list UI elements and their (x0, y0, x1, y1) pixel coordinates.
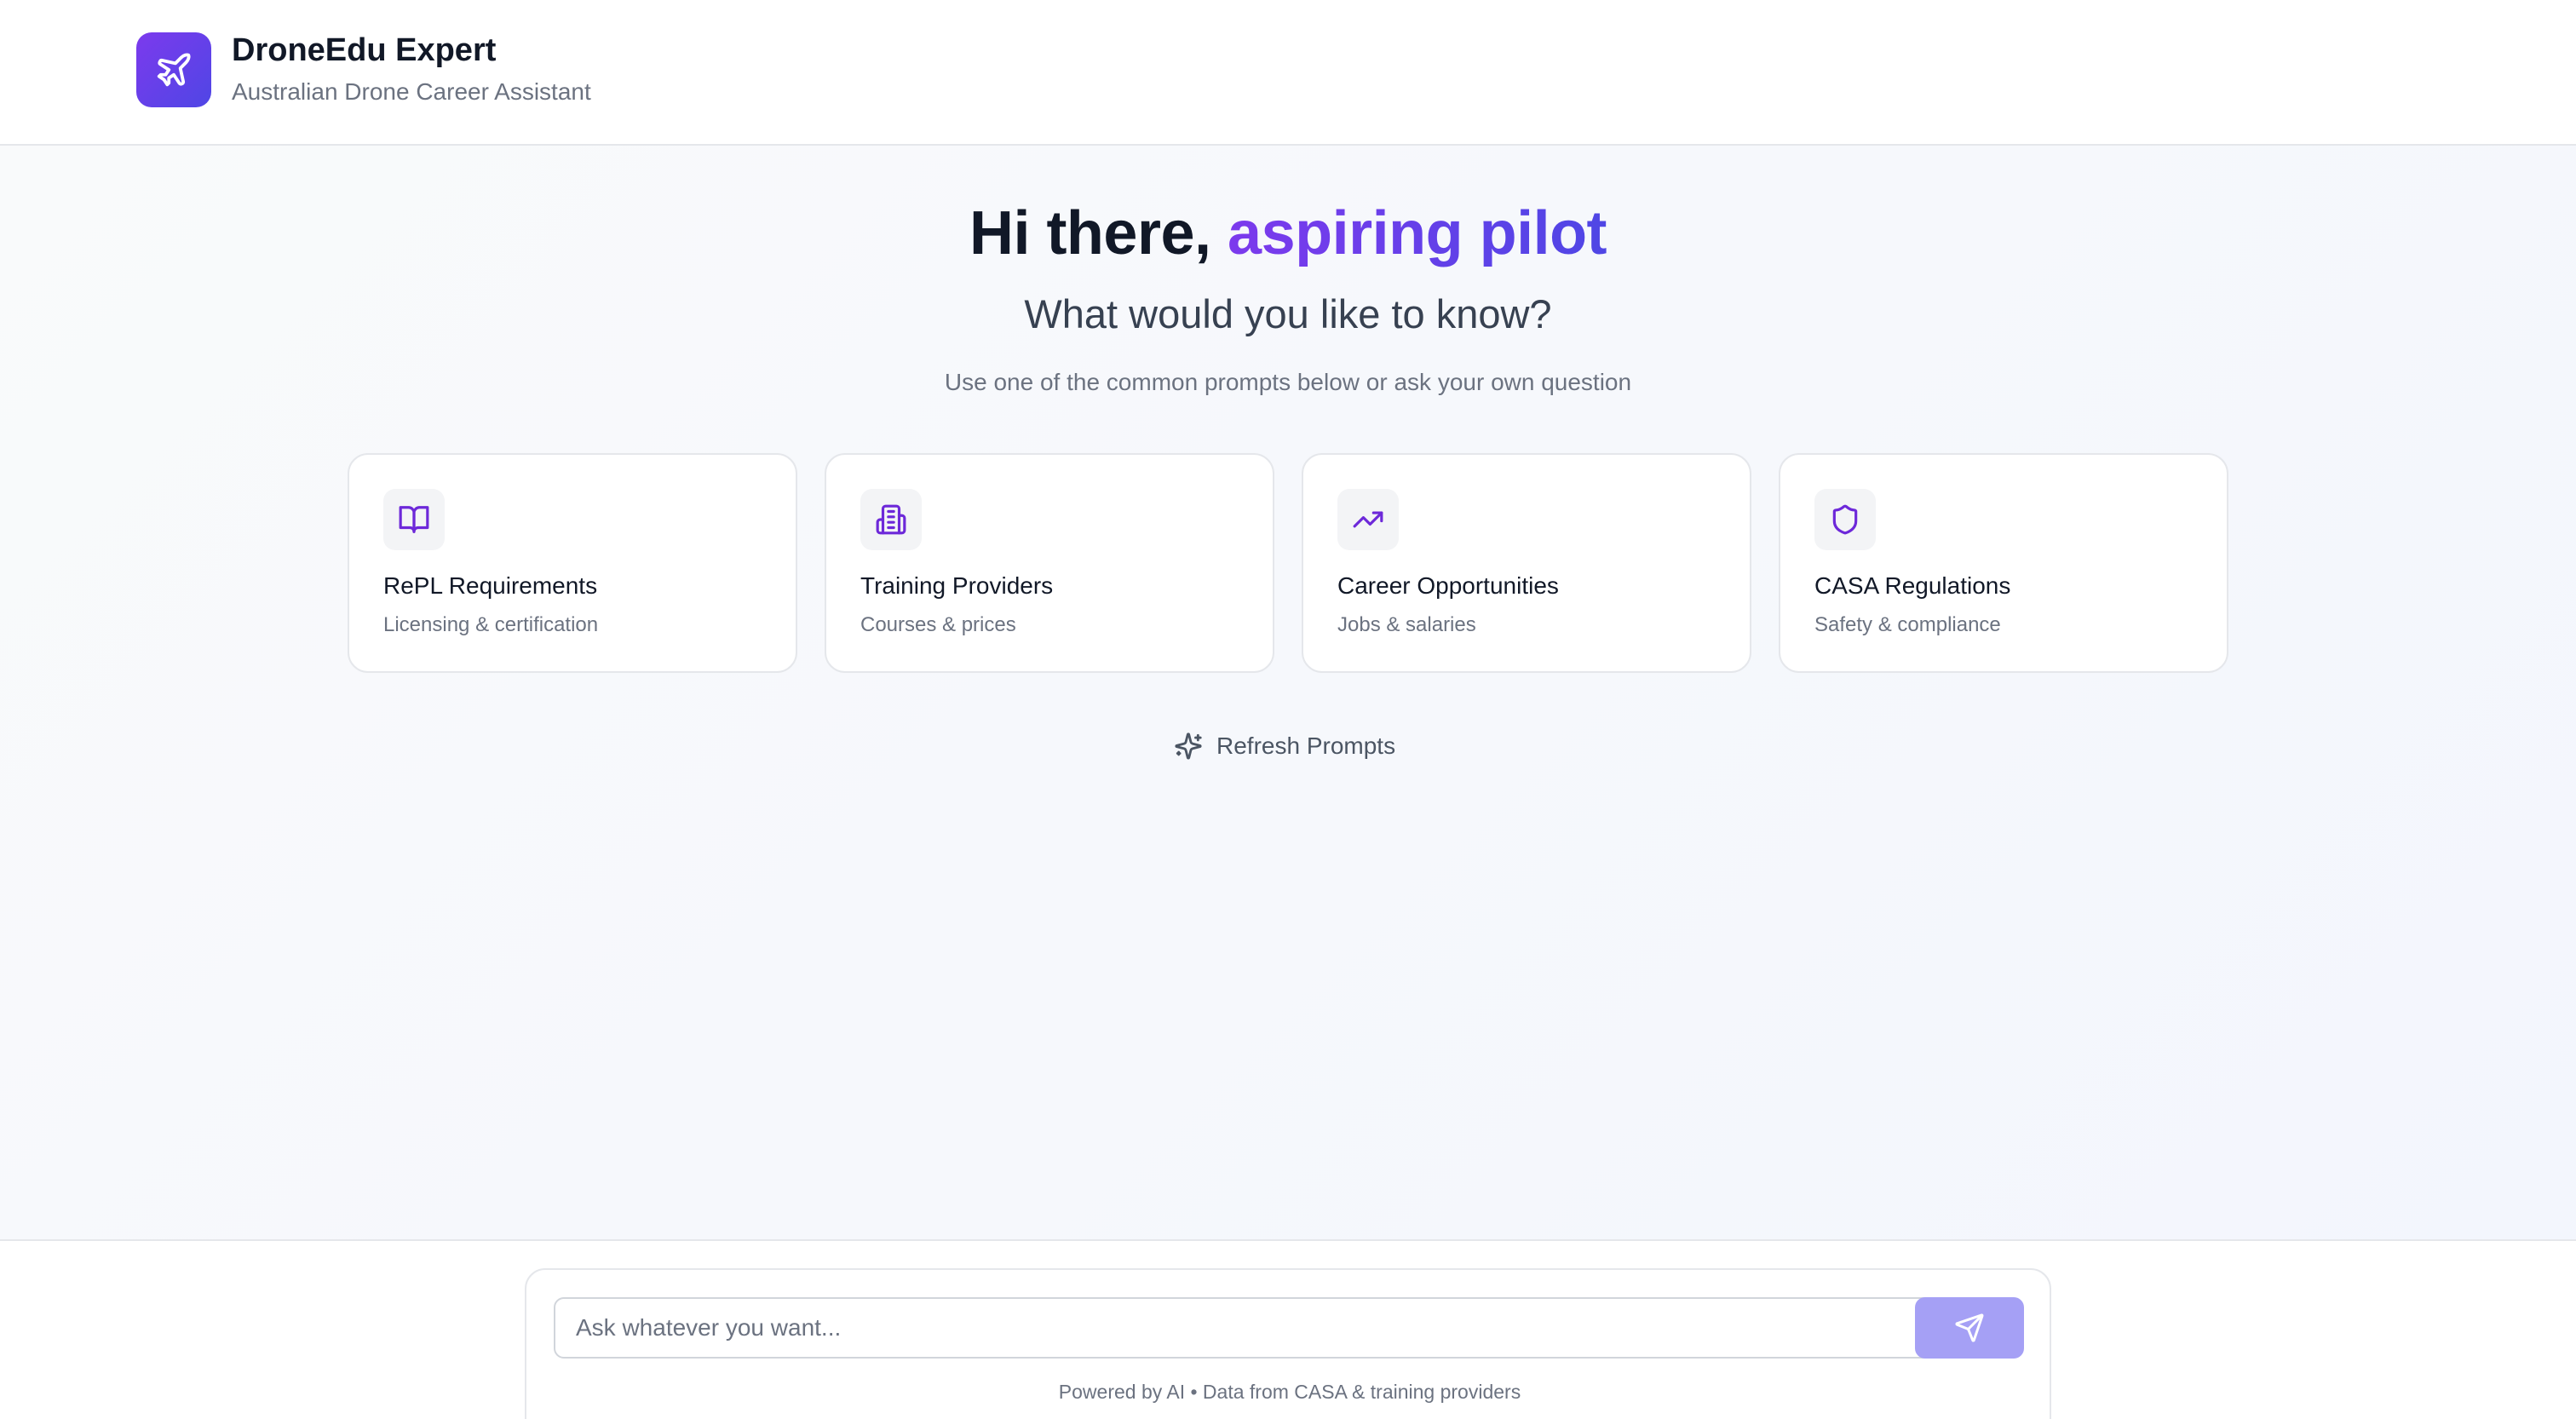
app-logo (136, 32, 211, 107)
prompt-card-description: Licensing & certification (383, 613, 599, 636)
prompt-card-description: Safety & compliance (1814, 613, 2001, 636)
main-content: Hi there, aspiring pilot What would you … (0, 146, 2576, 1240)
trending-up-icon (1337, 489, 1399, 550)
book-open-icon (383, 489, 445, 550)
app-subtitle: Australian Drone Career Assistant (232, 78, 591, 105)
prompt-card-title: RePL Requirements (383, 572, 598, 599)
refresh-prompts-button[interactable]: Refresh Prompts (1174, 727, 1395, 765)
greeting-heading: Hi there, aspiring pilot (0, 198, 2576, 268)
app-title: DroneEdu Expert (232, 32, 497, 68)
prompt-card-title: Training Providers (860, 572, 1054, 599)
prompt-card-description: Courses & prices (860, 613, 1016, 636)
prompt-card-repl-requirements[interactable]: RePL Requirements Licensing & certificat… (348, 453, 797, 673)
prompt-card-description: Jobs & salaries (1337, 613, 1476, 636)
plane-icon (157, 53, 191, 87)
powered-by-note: Powered by AI • Data from CASA & trainin… (1058, 1381, 1521, 1403)
composer-footer: Powered by AI • Data from CASA & trainin… (0, 1239, 2576, 1419)
question-heading: What would you like to know? (1024, 291, 1552, 336)
building-icon (860, 489, 922, 550)
prompt-card-casa-regulations[interactable]: CASA Regulations Safety & compliance (1779, 453, 2228, 673)
app-header: DroneEdu Expert Australian Drone Career … (0, 0, 2576, 146)
chat-input[interactable] (554, 1297, 2000, 1359)
composer-panel: Powered by AI • Data from CASA & trainin… (525, 1268, 2051, 1419)
prompt-card-training-providers[interactable]: Training Providers Courses & prices (825, 453, 1274, 673)
greeting-accent: aspiring pilot (1228, 199, 1607, 267)
refresh-prompts-label: Refresh Prompts (1216, 732, 1396, 759)
prompt-cards: RePL Requirements Licensing & certificat… (348, 453, 2228, 673)
greeting-prefix: Hi there, (969, 199, 1228, 267)
prompt-card-title: Career Opportunities (1337, 572, 1559, 599)
prompt-card-title: CASA Regulations (1814, 572, 2011, 599)
shield-icon (1814, 489, 1876, 550)
sparkles-icon (1175, 732, 1202, 760)
send-icon (1955, 1313, 1984, 1342)
send-button[interactable] (1915, 1297, 2024, 1359)
prompt-hint: Use one of the common prompts below or a… (944, 369, 1632, 395)
prompt-card-career-opportunities[interactable]: Career Opportunities Jobs & salaries (1302, 453, 1751, 673)
